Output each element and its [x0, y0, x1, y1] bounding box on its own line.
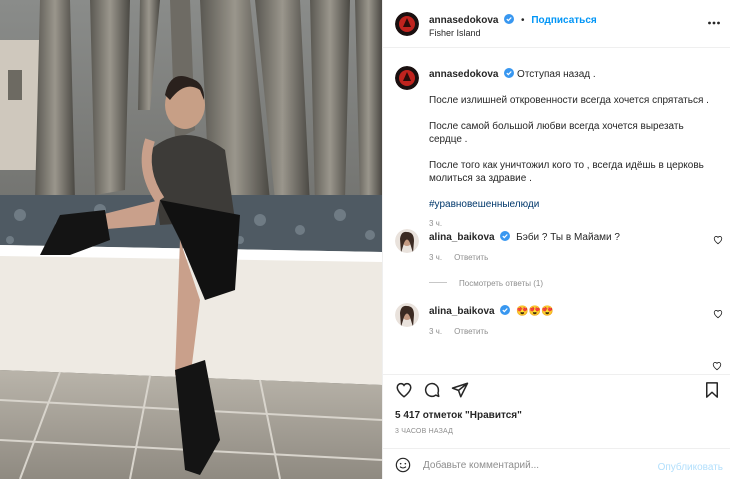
heart-icon[interactable]: [713, 235, 723, 245]
comment-text: 😍😍😍: [516, 306, 554, 317]
likes-count[interactable]: 5 417 отметок "Нравится": [395, 410, 522, 421]
post-caption: annasedokova Отступая назад . После изли…: [429, 68, 719, 243]
reply-button[interactable]: Ответить: [454, 253, 488, 262]
verified-icon: [504, 14, 515, 24]
reply-button[interactable]: Ответить: [454, 327, 488, 336]
comment-time[interactable]: 3 ч.: [429, 253, 442, 262]
caption-avatar[interactable]: [395, 66, 419, 90]
comment-text: Бэби ? Ты в Майами ?: [516, 232, 620, 243]
caption-time[interactable]: 3 ч.: [429, 219, 442, 228]
verified-icon: [500, 305, 511, 315]
avatar[interactable]: [395, 12, 419, 36]
post-photo-art: [0, 0, 382, 479]
post-time[interactable]: 3 ЧАСОВ НАЗАД: [395, 428, 453, 435]
smile-icon[interactable]: [395, 457, 411, 473]
caption-line: Отступая назад .: [517, 69, 596, 80]
comment-username[interactable]: alina_baikova: [429, 306, 495, 317]
heart-icon[interactable]: [713, 309, 723, 319]
post-panel: annasedokova • Подписаться Fisher Island…: [382, 0, 730, 479]
publish-button[interactable]: Опубликовать: [658, 462, 723, 473]
more-icon[interactable]: [707, 16, 721, 30]
comment-username[interactable]: alina_baikova: [429, 232, 495, 243]
header-username[interactable]: annasedokova: [429, 15, 498, 26]
caption-line: После излишней откровенности всегда хоче…: [429, 95, 709, 106]
post-header: annasedokova • Подписаться Fisher Island: [383, 0, 730, 48]
divider: [429, 282, 447, 283]
heart-icon[interactable]: [712, 361, 722, 371]
separator-dot: •: [521, 15, 525, 26]
comment-icon[interactable]: [423, 381, 441, 399]
comment-form: Опубликовать: [383, 448, 730, 479]
comment-avatar[interactable]: [395, 303, 419, 327]
view-replies-label: Посмотреть ответы (1): [459, 279, 544, 288]
comment-input[interactable]: [423, 455, 643, 475]
comment-avatar[interactable]: [395, 229, 419, 253]
bookmark-icon[interactable]: [703, 381, 721, 399]
share-icon[interactable]: [451, 381, 469, 399]
verified-icon: [500, 231, 511, 241]
heart-icon[interactable]: [395, 381, 413, 399]
verified-icon: [504, 68, 515, 78]
comment-time[interactable]: 3 ч.: [429, 327, 442, 336]
caption-username[interactable]: annasedokova: [429, 69, 498, 80]
location-link[interactable]: Fisher Island: [429, 28, 481, 38]
caption-line: После того как уничтожил кого то , всегд…: [429, 160, 704, 184]
action-bar: [383, 374, 730, 404]
hashtag-link[interactable]: #уравновешенныелюди: [429, 199, 539, 210]
post-photo[interactable]: [0, 0, 382, 479]
caption-line: После самой большой любви всегда хочется…: [429, 121, 684, 145]
view-replies-button[interactable]: Посмотреть ответы (1): [429, 279, 543, 288]
follow-button[interactable]: Подписаться: [531, 15, 596, 26]
